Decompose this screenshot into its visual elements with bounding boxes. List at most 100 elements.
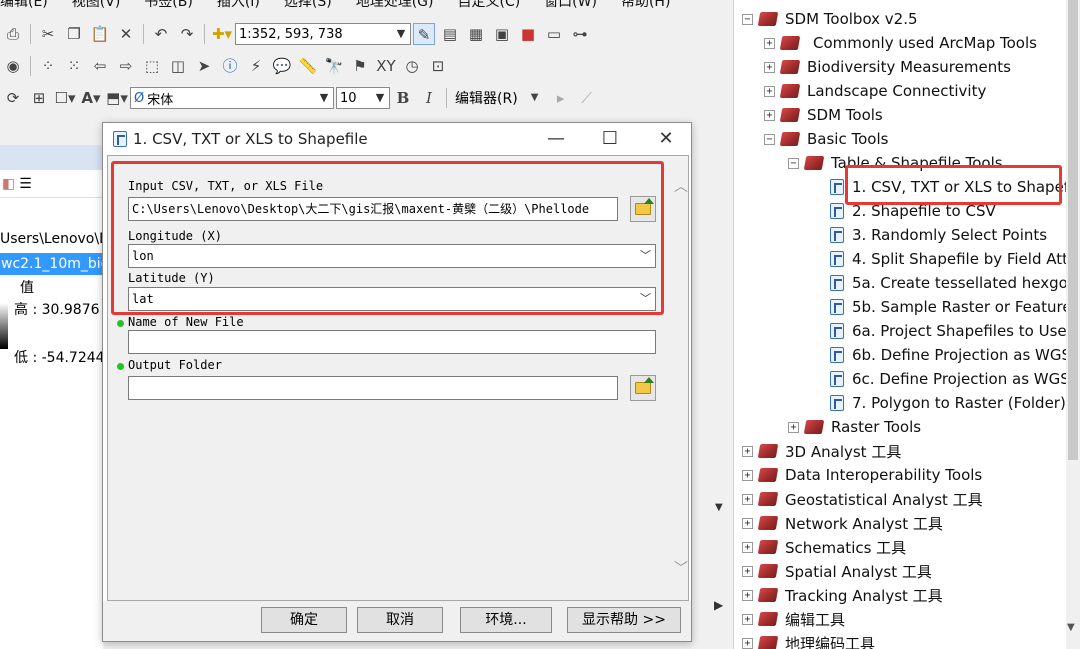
tree-node-toolset[interactable]: − Basic Tools — [764, 127, 888, 151]
collapse-icon[interactable]: − — [742, 13, 753, 25]
create-viewer-icon[interactable]: ⊡ — [427, 55, 449, 77]
expand-icon[interactable]: + — [764, 109, 775, 121]
tree-node-toolbox[interactable]: + Schematics 工具 — [742, 535, 906, 559]
search-window-icon[interactable]: ▣ — [491, 23, 513, 45]
text-icon[interactable]: A▾ — [80, 87, 102, 109]
list-by-drawing-order-icon[interactable]: ◧ — [2, 176, 15, 192]
copy-icon[interactable]: ❐ — [63, 23, 85, 45]
tree-node-script[interactable]: 3. Randomly Select Points — [830, 223, 1047, 247]
clear-selection-icon[interactable]: ◫ — [167, 55, 189, 77]
cut-icon[interactable]: ✂ — [37, 23, 59, 45]
arctoolbox-icon[interactable]: ■ — [517, 23, 539, 45]
select-elements-icon[interactable]: ➤ — [193, 55, 215, 77]
tree-node-toolset[interactable]: + Raster Tools — [788, 415, 921, 439]
fixed-zoom-out-icon[interactable]: ⁙ — [63, 55, 85, 77]
scroll-up-icon[interactable]: ︿ — [674, 176, 688, 196]
model-builder-icon[interactable]: ⊶ — [569, 23, 591, 45]
python-window-icon[interactable]: ▭ — [543, 23, 565, 45]
find-route-icon[interactable]: ⚑ — [349, 55, 371, 77]
tree-node-script[interactable]: 4. Split Shapefile by Field Attri — [830, 247, 1078, 271]
tree-node-script[interactable]: 7. Polygon to Raster (Folder) — [830, 391, 1066, 415]
tree-node-toolset[interactable]: + SDM Tools — [764, 103, 883, 127]
menu-selection[interactable]: 选择(S) — [284, 0, 332, 13]
expand-icon[interactable]: + — [742, 493, 753, 505]
group-icon[interactable]: ⊞ — [28, 87, 50, 109]
paste-icon[interactable]: 📋 — [89, 23, 111, 45]
ok-button[interactable]: 确定 — [261, 607, 347, 633]
expand-icon[interactable]: + — [742, 613, 753, 625]
tree-node-toolbox[interactable]: + Geostatistical Analyst 工具 — [742, 487, 983, 511]
hyperlink-icon[interactable]: ⚡ — [245, 55, 267, 77]
back-icon[interactable]: ⇦ — [89, 55, 111, 77]
symbol-icon[interactable]: ⬒▾ — [106, 87, 128, 109]
output-folder-field[interactable] — [128, 376, 618, 400]
expand-icon[interactable]: + — [764, 85, 775, 97]
chevron-down-icon[interactable]: ▼ — [373, 88, 387, 108]
expand-icon[interactable]: + — [742, 565, 753, 577]
menu-edit[interactable]: 编辑(E) — [0, 0, 48, 13]
scroll-down-icon[interactable]: ▼ — [1067, 622, 1075, 633]
expand-icon[interactable]: + — [788, 421, 799, 433]
chevron-down-icon[interactable]: ▼ — [715, 502, 723, 513]
rotate-icon[interactable]: ⟳ — [2, 87, 24, 109]
tree-node-toolset[interactable]: + Biodiversity Measurements — [764, 55, 1011, 79]
italic-button[interactable]: I — [418, 87, 440, 109]
toc-layer[interactable]: wc2.1_10m_bio_ — [0, 253, 103, 275]
tree-node-toolbox[interactable]: + Network Analyst 工具 — [742, 511, 943, 535]
minimize-icon[interactable]: — — [533, 123, 579, 155]
menu-bookmarks[interactable]: 书签(B) — [144, 0, 193, 13]
expand-icon[interactable]: + — [764, 61, 775, 73]
chevron-down-icon[interactable]: ▼ — [317, 88, 331, 108]
editor-menu[interactable]: 编辑器(R) — [455, 88, 518, 108]
chevron-right-icon[interactable]: ▶ — [714, 598, 723, 612]
browse-output-button[interactable] — [630, 375, 656, 401]
font-name-combo[interactable]: Ø 宋体 ▼ — [130, 87, 334, 109]
menu-geoprocessing[interactable]: 地理处理(G) — [356, 0, 434, 13]
tree-node-toolbox[interactable]: + 编辑工具 — [742, 607, 845, 631]
measure-icon[interactable]: 📏 — [297, 55, 319, 77]
tree-node-toolbox[interactable]: + Tracking Analyst 工具 — [742, 583, 943, 607]
print-icon[interactable]: ⎙ — [2, 23, 24, 45]
expand-icon[interactable]: + — [742, 517, 753, 529]
tree-node-script[interactable]: 5b. Sample Raster or Feature — [830, 295, 1072, 319]
tree-node-toolbox[interactable]: + Spatial Analyst 工具 — [742, 559, 932, 583]
catalog-window-icon[interactable]: ▦ — [465, 23, 487, 45]
globe-icon[interactable]: ◉ — [2, 55, 24, 77]
time-slider-icon[interactable]: ◷ — [401, 55, 423, 77]
html-popup-icon[interactable]: 💬 — [271, 55, 293, 77]
close-icon[interactable]: ✕ — [643, 123, 689, 155]
table-of-contents-icon[interactable]: ▤ — [439, 23, 461, 45]
tree-node-script[interactable]: 6a. Project Shapefiles to User — [830, 319, 1073, 343]
maximize-icon[interactable]: ☐ — [587, 123, 633, 155]
edit-tool-icon[interactable]: ▸ — [550, 87, 572, 109]
tree-node-script[interactable]: 6b. Define Projection as WGS8 — [830, 343, 1080, 367]
menu-insert[interactable]: 插入(I) — [217, 0, 260, 13]
expand-icon[interactable]: + — [742, 541, 753, 553]
show-help-button[interactable]: 显示帮助 >> — [567, 607, 681, 633]
tree-node-toolset[interactable]: + Landscape Connectivity — [764, 79, 986, 103]
menu-windows[interactable]: 窗口(W) — [544, 0, 597, 13]
menu-customize[interactable]: 自定义(C) — [457, 0, 520, 13]
tree-node-toolbox[interactable]: + 地理编码工具 — [742, 631, 875, 649]
delete-icon[interactable]: ✕ — [115, 23, 137, 45]
tree-node-sdm-toolbox[interactable]: − SDM Toolbox v2.5 — [742, 7, 918, 31]
list-by-source-icon[interactable]: ☰ — [19, 176, 32, 192]
scrollbar-thumb[interactable] — [1068, 0, 1078, 460]
map-scale-combo[interactable]: 1:352, 593, 738 ▼ — [235, 23, 411, 45]
identify-icon[interactable]: ⓘ — [219, 55, 241, 77]
forward-icon[interactable]: ⇨ — [115, 55, 137, 77]
scroll-down-icon[interactable]: ﹀ — [674, 558, 688, 578]
expand-icon[interactable]: + — [742, 637, 753, 649]
tree-node-toolbox[interactable]: + Data Interoperability Tools — [742, 463, 982, 487]
tree-node-script[interactable]: 6c. Define Projection as WGS8 — [830, 367, 1079, 391]
collapse-icon[interactable]: − — [764, 133, 775, 145]
editor-toolbar-icon[interactable]: ✎ — [413, 23, 435, 45]
new-file-name-input[interactable] — [128, 330, 656, 354]
font-size-combo[interactable]: 10 ▼ — [336, 87, 390, 109]
tree-node-toolbox[interactable]: + 3D Analyst 工具 — [742, 439, 901, 463]
expand-icon[interactable]: + — [764, 37, 775, 49]
menu-view[interactable]: 视图(V) — [72, 0, 121, 13]
find-icon[interactable]: 🔭 — [323, 55, 345, 77]
undo-icon[interactable]: ↶ — [150, 23, 172, 45]
environments-button[interactable]: 环境... — [460, 607, 552, 633]
